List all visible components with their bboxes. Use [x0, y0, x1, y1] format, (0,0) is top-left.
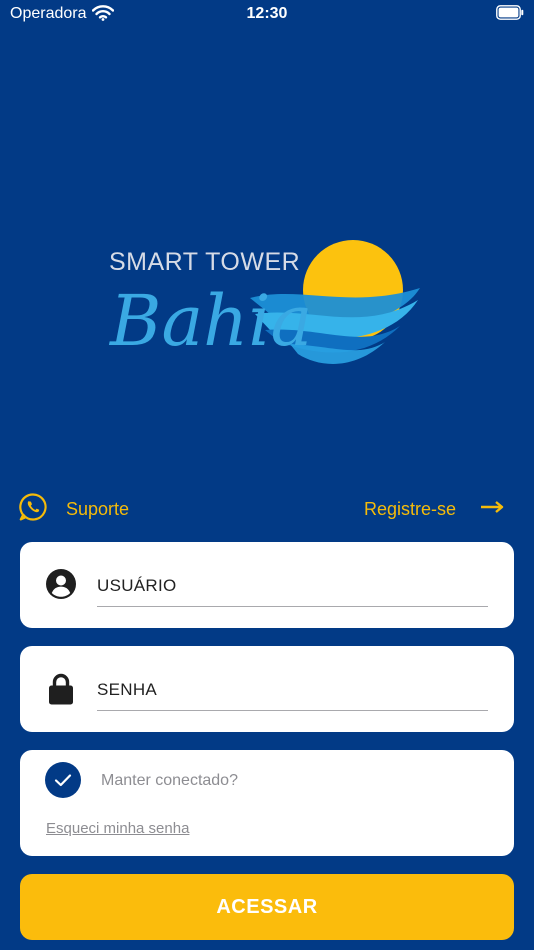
logo-script-title: Bahia	[110, 280, 313, 362]
check-icon	[54, 774, 72, 787]
keep-connected-checkbox[interactable]	[45, 762, 81, 798]
status-bar: Operadora 12:30	[0, 0, 534, 28]
battery-icon	[496, 5, 524, 25]
options-card: Manter conectado? Esqueci minha senha	[20, 750, 514, 856]
arrow-right-icon	[480, 500, 504, 519]
register-link[interactable]: Registre-se	[364, 494, 504, 524]
support-link[interactable]: Suporte	[18, 492, 130, 527]
smart-tower-bahia-logo: SMART TOWER Bahia	[100, 230, 440, 400]
user-circle-icon	[45, 568, 77, 605]
password-input[interactable]	[97, 670, 488, 711]
password-card	[20, 646, 514, 732]
access-button[interactable]: ACESSAR	[20, 874, 514, 940]
register-label: Registre-se	[363, 498, 456, 519]
clock: 12:30	[246, 5, 288, 22]
login-screen: Operadora 12:30 SMART TOWER Bahia Suport…	[0, 0, 534, 950]
whatsapp-icon	[18, 492, 48, 527]
logo-title: SMART TOWER	[109, 248, 301, 276]
username-card	[20, 542, 514, 628]
lock-icon	[45, 672, 77, 711]
keep-connected-label[interactable]: Manter conectado?	[101, 772, 238, 790]
forgot-password-link[interactable]: Esqueci minha senha	[46, 820, 189, 837]
username-input[interactable]	[97, 566, 488, 607]
support-label: Suporte	[66, 498, 130, 519]
